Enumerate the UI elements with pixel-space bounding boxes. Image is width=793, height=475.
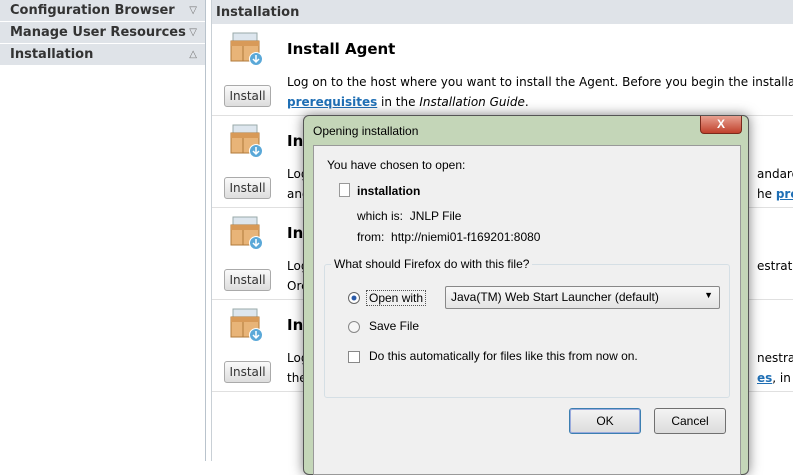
chevron-down-icon: ▽ <box>189 27 197 38</box>
from-label: from: <box>357 230 385 244</box>
install-button[interactable]: Install <box>224 177 271 199</box>
row-description: Log on to the host where you want to ins… <box>287 75 793 109</box>
accordion-configuration-browser[interactable]: Configuration Browser ▽ <box>0 0 205 22</box>
chosen-label: You have chosen to open: <box>327 158 466 172</box>
source-url: http://niemi01-f169201:8080 <box>391 230 541 244</box>
open-with-label[interactable]: Open with <box>366 290 427 306</box>
dropdown-arrow-icon: ▼ <box>704 290 713 300</box>
close-button[interactable]: X <box>700 116 742 134</box>
save-file-radio[interactable] <box>348 321 360 333</box>
package-install-icon <box>230 124 263 158</box>
auto-label[interactable]: Do this automatically for files like thi… <box>369 349 638 363</box>
dialog-body: You have chosen to open: installation wh… <box>313 145 741 475</box>
row-title: Install Agent <box>287 40 396 58</box>
row-description-tail: andardhe prer <box>757 164 793 204</box>
install-row: Install Install Agent Log on to the host w… <box>212 24 793 116</box>
ok-button[interactable]: OK <box>569 408 641 434</box>
row-title: In <box>287 224 304 242</box>
dialog-title: Opening installation <box>313 124 419 138</box>
prerequisites-link[interactable]: es <box>757 371 772 385</box>
accordion-installation[interactable]: Installation △ <box>0 44 205 66</box>
action-group: What should Firefox do with this file? O… <box>324 257 730 398</box>
prerequisites-link[interactable]: prerequisites <box>287 95 377 109</box>
panel-title: Installation <box>212 0 793 24</box>
accordion-label: Manage User Resources <box>10 25 186 40</box>
install-button[interactable]: Install <box>224 361 271 383</box>
row-title: In <box>287 316 304 334</box>
cancel-button[interactable]: Cancel <box>654 408 726 434</box>
row-title: In <box>287 132 304 150</box>
accordion-manage-user-resources[interactable]: Manage User Resources ▽ <box>0 22 205 44</box>
selected-app: Java(TM) Web Start Launcher (default) <box>451 290 659 304</box>
which-label: which is: <box>357 209 404 223</box>
chevron-down-icon: ▽ <box>189 5 197 16</box>
file-type: JNLP File <box>409 209 462 223</box>
package-install-icon <box>230 216 263 250</box>
row-description-tail: estrator <box>757 259 793 273</box>
install-button[interactable]: Install <box>224 269 271 291</box>
prerequisites-link[interactable]: prer <box>776 187 793 201</box>
row-description-tail: nestratores, in t <box>757 351 793 385</box>
save-file-label[interactable]: Save File <box>369 319 419 333</box>
open-with-radio[interactable] <box>348 292 360 304</box>
package-install-icon <box>230 308 263 342</box>
install-button[interactable]: Install <box>224 85 271 107</box>
group-label: What should Firefox do with this file? <box>331 257 533 271</box>
file-name: installation <box>357 184 421 198</box>
package-install-icon <box>230 32 263 66</box>
opening-file-dialog: Opening installation X You have chosen t… <box>303 115 749 475</box>
chevron-up-icon: △ <box>189 49 197 60</box>
auto-checkbox[interactable] <box>348 351 360 363</box>
file-icon <box>339 183 350 197</box>
application-select[interactable]: Java(TM) Web Start Launcher (default) ▼ <box>445 286 720 309</box>
accordion-label: Configuration Browser <box>10 3 175 18</box>
accordion-label: Installation <box>10 47 94 62</box>
sidebar: Configuration Browser ▽ Manage User Resou… <box>0 0 206 461</box>
